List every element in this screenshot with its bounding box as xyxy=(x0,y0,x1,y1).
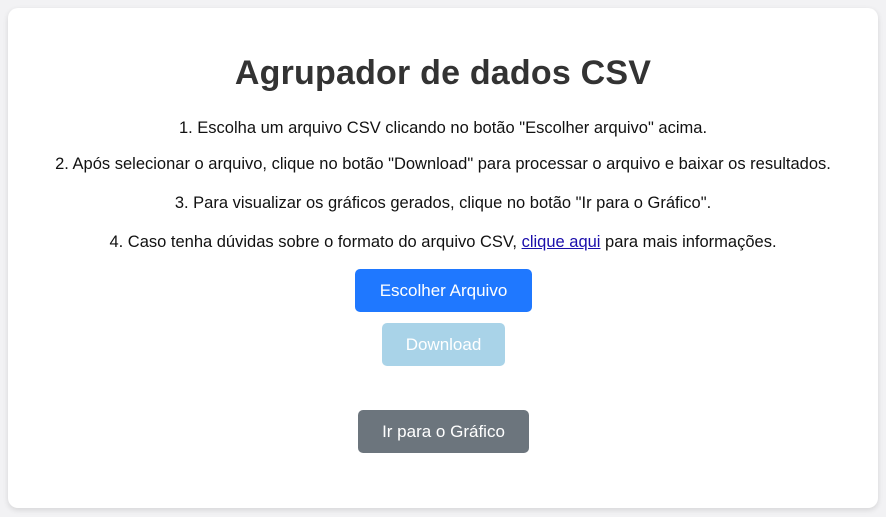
instruction-step-4-suffix: para mais informações. xyxy=(600,233,777,251)
help-link[interactable]: clique aqui xyxy=(522,233,601,251)
main-card: Agrupador de dados CSV 1. Escolha um arq… xyxy=(8,8,878,508)
instruction-step-4-text: 4. Caso tenha dúvidas sobre o formato do… xyxy=(109,233,522,251)
instruction-step-2: 2. Após selecionar o arquivo, clique no … xyxy=(55,155,831,173)
go-to-chart-button[interactable]: Ir para o Gráfico xyxy=(358,410,529,453)
download-button[interactable]: Download xyxy=(382,323,505,366)
instruction-step-4: 4. Caso tenha dúvidas sobre o formato do… xyxy=(8,232,878,252)
page-title: Agrupador de dados CSV xyxy=(234,54,652,92)
instruction-step-3: 3. Para visualizar os gráficos gerados, … xyxy=(174,194,712,212)
instruction-step-1: 1. Escolha um arquivo CSV clicando no bo… xyxy=(178,119,708,137)
choose-file-button[interactable]: Escolher Arquivo xyxy=(355,269,532,312)
